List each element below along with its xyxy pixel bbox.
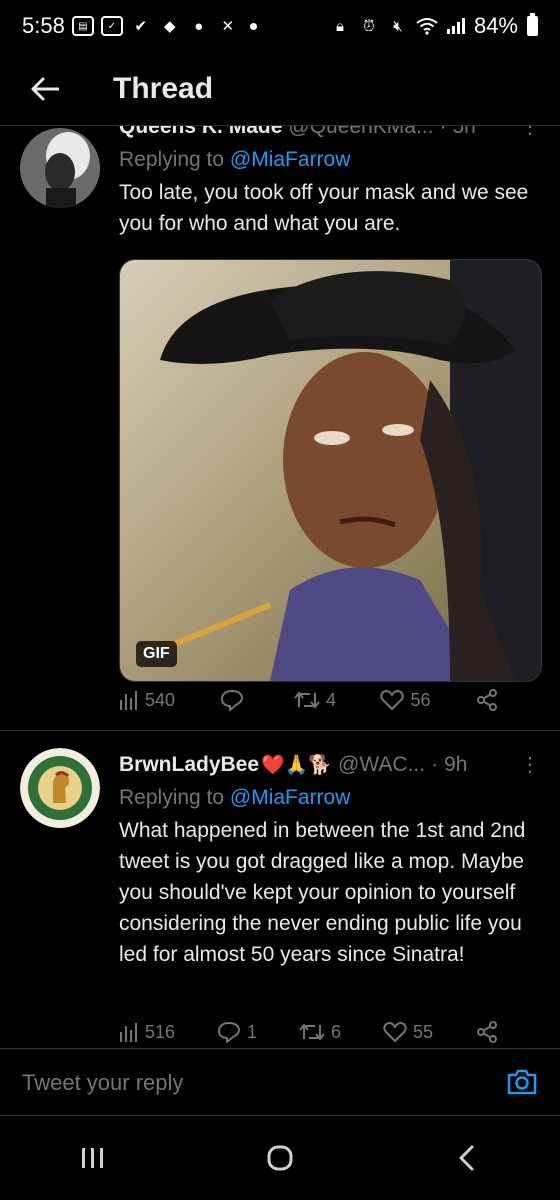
tweet-body: BrwnLadyBee ❤️🙏🐕 @WAC... · 9h ⋮ Replying… <box>119 750 540 970</box>
gif-image <box>120 260 541 681</box>
reply-count: 1 <box>247 1021 258 1042</box>
calendar-check-icon: ✓ <box>100 16 123 36</box>
signal-icon <box>445 15 467 37</box>
views-count: 516 <box>145 1021 176 1042</box>
wifi-icon <box>416 15 438 37</box>
alarm-icon: ⏰︎ <box>363 17 375 35</box>
views-button[interactable]: 540 <box>119 690 175 711</box>
share-button[interactable] <box>475 1020 499 1044</box>
mute-icon: 🔇︎ <box>393 17 403 35</box>
system-nav-bar <box>0 1116 560 1200</box>
reply-bar <box>0 1048 560 1116</box>
views-count: 540 <box>145 689 176 710</box>
gif-badge: GIF <box>136 641 177 667</box>
replying-to: Replying to @MiaFarrow <box>119 786 540 810</box>
like-icon <box>383 1022 407 1042</box>
verified-icon: ✔ <box>134 18 148 35</box>
reply-button[interactable] <box>220 689 250 711</box>
battery-percent: 84% <box>473 13 518 38</box>
share-icon <box>476 1021 497 1043</box>
news-icon: ▤ <box>71 16 94 36</box>
author-handle[interactable]: @WAC... <box>338 753 425 777</box>
tweet-meta: BrwnLadyBee ❤️🙏🐕 @WAC... · 9h ⋮ <box>119 750 540 780</box>
like-count: 55 <box>412 1021 434 1042</box>
tweet-actions: 516 1 6 55 <box>119 1020 499 1044</box>
views-icon <box>120 691 137 710</box>
tweet-gif[interactable]: GIF <box>119 259 542 682</box>
recents-icon[interactable] <box>53 1128 133 1188</box>
notification-dot-icon <box>249 22 257 30</box>
back-arrow-icon[interactable] <box>30 74 60 104</box>
more-options-icon[interactable]: ⋮ <box>520 752 540 777</box>
thread-header: Thread <box>0 52 560 126</box>
tweet-text: What happened in between the 1st and 2nd… <box>119 819 526 966</box>
replying-prefix: Replying to <box>119 148 225 171</box>
reply-button[interactable]: 1 <box>217 1021 257 1043</box>
nav-back-icon[interactable] <box>427 1128 507 1188</box>
reply-icon <box>218 1022 241 1043</box>
status-bar-right: 🔒︎ ⏰︎ 🔇︎ 84% <box>329 13 538 39</box>
status-bar: 5:58 ▤ ✓ ✔ ◆ ● ✕ 🔒︎ ⏰︎ 🔇︎ 84% <box>0 0 560 52</box>
views-icon <box>120 1023 137 1042</box>
like-count: 56 <box>410 689 431 710</box>
avatar[interactable] <box>20 128 100 208</box>
accessibility-icon: ✕ <box>221 18 235 35</box>
tweet-divider <box>0 730 560 731</box>
status-bar-left: 5:58 ▤ ✓ ✔ ◆ ● ✕ <box>22 13 257 39</box>
tweet-text: Too late, you took off your mask and we … <box>119 181 529 235</box>
author-name[interactable]: BrwnLadyBee <box>119 753 259 777</box>
share-button[interactable] <box>475 688 499 712</box>
replying-prefix: Replying to <box>119 786 225 809</box>
home-icon[interactable] <box>240 1128 320 1188</box>
avatar[interactable] <box>20 748 100 828</box>
views-button[interactable]: 516 <box>119 1022 175 1043</box>
share-icon <box>476 689 497 711</box>
retweet-icon <box>299 1023 325 1041</box>
camera-icon[interactable] <box>506 1068 538 1101</box>
like-button[interactable]: 56 <box>380 689 431 711</box>
replying-to: Replying to @MiaFarrow <box>119 148 540 172</box>
tweet-actions: 540 4 56 <box>119 688 499 712</box>
mention-link[interactable]: @MiaFarrow <box>230 786 351 809</box>
account-icon: ● <box>194 17 204 35</box>
app-icon: ◆ <box>164 18 176 35</box>
tweet-time[interactable]: 9h <box>444 753 467 777</box>
like-icon <box>380 690 405 710</box>
lock-icon: 🔒︎ <box>335 17 344 35</box>
page-title: Thread <box>113 71 214 105</box>
retweet-button[interactable]: 4 <box>294 690 336 711</box>
retweet-count: 6 <box>331 1021 342 1042</box>
retweet-button[interactable]: 6 <box>299 1022 341 1043</box>
like-button[interactable]: 55 <box>383 1021 433 1043</box>
retweet-count: 4 <box>325 689 336 710</box>
status-time: 5:58 <box>22 13 65 38</box>
name-emoji: ❤️🙏🐕 <box>261 755 333 776</box>
tweet-body: Queens K. Made @QueenKMa... · 5h ⋮ Reply… <box>119 112 542 682</box>
dot-separator: · <box>431 753 439 776</box>
retweet-icon <box>294 691 320 709</box>
mention-link[interactable]: @MiaFarrow <box>230 148 351 171</box>
reply-input[interactable] <box>20 1069 464 1097</box>
reply-icon <box>220 690 243 711</box>
battery-icon <box>527 13 538 36</box>
